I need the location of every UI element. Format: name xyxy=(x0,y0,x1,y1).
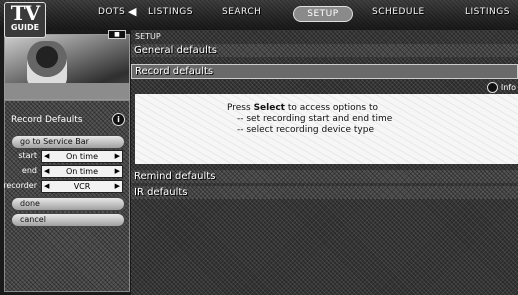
end-right-arrow-icon[interactable]: ▶ xyxy=(115,166,120,177)
end-label: end xyxy=(21,166,37,175)
video-preview xyxy=(4,34,130,100)
recorder-label: recorder xyxy=(3,181,37,190)
record-indicator-icon: ■ xyxy=(108,30,126,39)
nav-item-search[interactable]: SEARCH xyxy=(222,7,261,17)
done-button[interactable]: done xyxy=(11,197,125,211)
start-selector[interactable]: ◀ On time ▶ xyxy=(41,150,123,163)
message-line-1: Press Select to access options to xyxy=(227,103,392,114)
end-value: On time xyxy=(66,167,98,176)
message-prefix: Press xyxy=(227,103,254,113)
recorder-value: VCR xyxy=(73,182,91,191)
section-general-defaults[interactable]: General defaults xyxy=(131,44,518,57)
record-defaults-description: Press Select to access options to -- set… xyxy=(135,94,518,164)
video-field xyxy=(5,83,129,99)
nav-left-arrow-icon[interactable]: ◀ xyxy=(128,5,136,18)
recorder-selector[interactable]: ◀ VCR ▶ xyxy=(41,180,123,193)
message-select-key: Select xyxy=(253,103,285,113)
nav-item-schedule[interactable]: SCHEDULE xyxy=(372,7,425,17)
start-value: On time xyxy=(66,152,98,161)
top-nav-bar: DOTS ◀ LISTINGS SEARCH SETUP SCHEDULE LI… xyxy=(0,0,518,30)
logo-tv-text: TV xyxy=(10,1,40,25)
nav-dots[interactable]: DOTS xyxy=(98,7,125,17)
end-selector[interactable]: ◀ On time ▶ xyxy=(41,165,123,178)
message-line-3: -- select recording device type xyxy=(237,125,375,135)
nav-item-setup[interactable]: SETUP xyxy=(293,6,353,22)
info-icon xyxy=(487,82,499,93)
start-right-arrow-icon[interactable]: ▶ xyxy=(115,151,120,162)
section-ir-defaults[interactable]: IR defaults xyxy=(131,186,518,199)
go-to-service-bar-button[interactable]: go to Service Bar xyxy=(11,135,125,149)
message-suffix: to access options to xyxy=(284,103,378,113)
cancel-button[interactable]: cancel xyxy=(11,213,125,227)
recorder-right-arrow-icon[interactable]: ▶ xyxy=(115,181,120,192)
logo-guide-text: GUIDE xyxy=(10,23,40,32)
breadcrumb: SETUP xyxy=(135,32,161,41)
start-left-arrow-icon[interactable]: ◀ xyxy=(44,151,49,162)
record-defaults-panel: Record Defaults i go to Service Bar star… xyxy=(3,100,130,292)
end-left-arrow-icon[interactable]: ◀ xyxy=(44,166,49,177)
info-badge[interactable]: Info xyxy=(487,82,516,93)
setup-content: SETUP General defaults Record defaults I… xyxy=(131,30,518,295)
recorder-left-arrow-icon[interactable]: ◀ xyxy=(44,181,49,192)
section-record-defaults[interactable]: Record defaults xyxy=(131,64,518,79)
tv-guide-logo: TV GUIDE xyxy=(4,2,46,38)
nav-item-listings[interactable]: LISTINGS xyxy=(148,7,193,17)
video-subject xyxy=(27,41,67,87)
nav-item-listings-2[interactable]: LISTINGS xyxy=(465,7,510,17)
info-icon: i xyxy=(112,113,125,126)
message-line-2: -- set recording start and end time xyxy=(237,114,393,124)
info-label: Info xyxy=(500,83,516,92)
panel-title: Record Defaults xyxy=(11,115,83,125)
section-remind-defaults[interactable]: Remind defaults xyxy=(131,170,518,183)
start-label: start xyxy=(18,151,37,160)
